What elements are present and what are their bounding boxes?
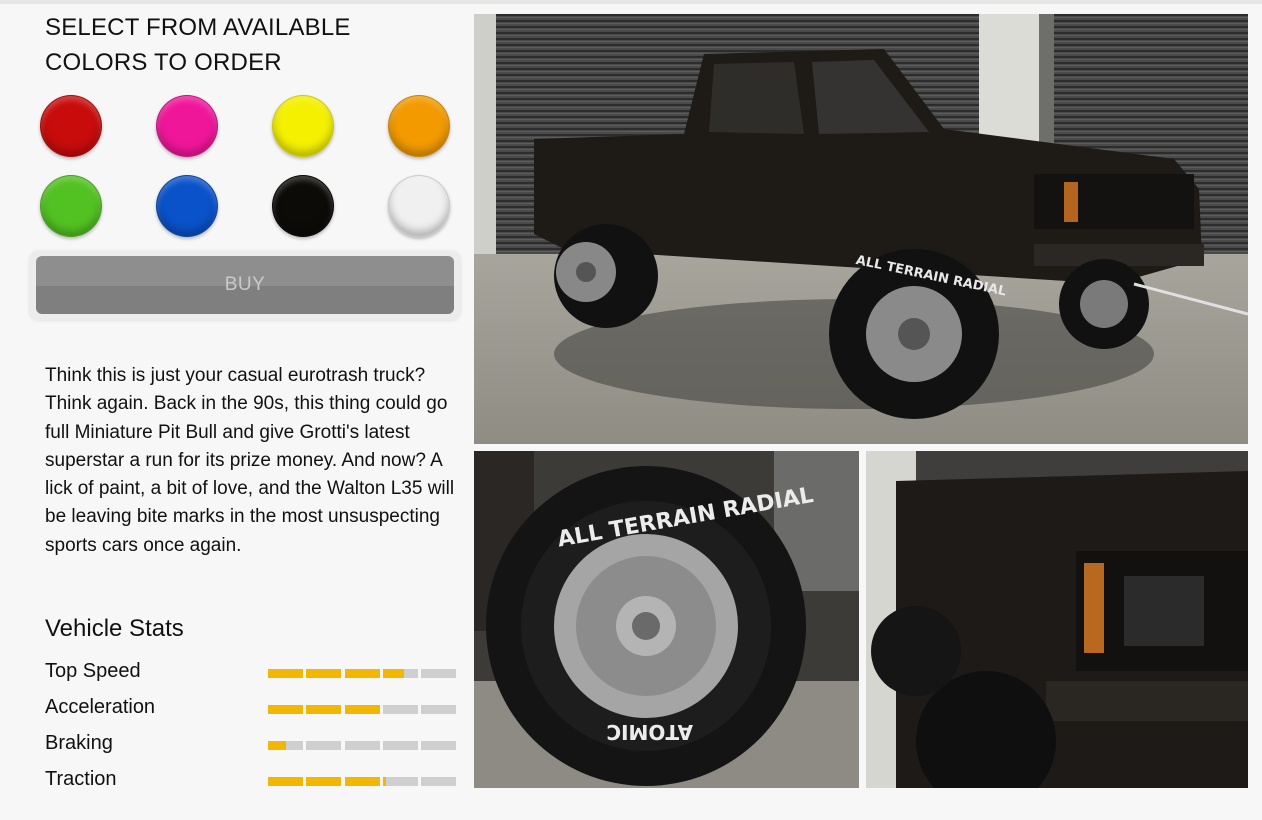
stat-segment-fill (382, 777, 387, 786)
stat-bar-traction (268, 777, 456, 786)
vehicle-photo-wheel-detail: ALL TERRAIN RADIAL ATOMIC (474, 451, 859, 788)
stat-segment-fill (382, 669, 404, 678)
tire-maker-lettering: ATOMIC (606, 720, 693, 744)
stat-bar-braking (268, 741, 456, 750)
buy-button[interactable]: BUY (36, 256, 454, 314)
stat-segment (306, 741, 342, 750)
stat-segment-fill (344, 669, 380, 678)
color-swatch-red[interactable] (40, 95, 102, 157)
stat-segment (382, 777, 418, 786)
stat-segment (421, 741, 456, 750)
stat-segment-fill (268, 741, 286, 750)
stat-segment (306, 669, 342, 678)
stat-segment (382, 705, 418, 714)
stat-segment (382, 741, 418, 750)
vehicle-photo-front-detail (866, 451, 1248, 788)
vehicle-stats-title: Vehicle Stats (45, 615, 184, 642)
vehicle-description: Think this is just your casual eurotrash… (45, 365, 455, 556)
stat-bar-top-speed (268, 669, 456, 678)
color-swatch-blue[interactable] (156, 175, 218, 237)
stat-segment-fill (344, 705, 380, 714)
stat-segment-fill (268, 705, 303, 714)
stat-segment (268, 669, 303, 678)
rear-wheel (554, 224, 658, 328)
stat-segment (306, 777, 342, 786)
stat-segment-fill (306, 705, 342, 714)
stat-segment-fill (306, 669, 342, 678)
color-swatch-orange[interactable] (388, 95, 450, 157)
stat-label-top-speed: Top Speed (45, 660, 141, 682)
stat-segment (306, 705, 342, 714)
stat-segment (268, 741, 303, 750)
color-swatch-green[interactable] (40, 175, 102, 237)
stat-segment-fill (268, 777, 303, 786)
color-swatch-white[interactable] (388, 175, 450, 237)
color-swatch-pink[interactable] (156, 95, 218, 157)
stat-segment (421, 777, 456, 786)
stat-segment (344, 705, 380, 714)
stat-segment (344, 669, 380, 678)
stat-segment-fill (306, 777, 342, 786)
color-select-heading: SELECT FROM AVAILABLE COLORS TO ORDER (45, 14, 351, 76)
stat-label-acceleration: Acceleration (45, 696, 156, 718)
order-panel: SELECT FROM AVAILABLE COLORS TO ORDER BU… (0, 0, 470, 820)
stat-segment-fill (344, 777, 380, 786)
vehicle-photo-main: ALL TERRAIN RADIAL (474, 14, 1248, 444)
stat-segment (382, 669, 418, 678)
color-swatch-yellow[interactable] (272, 95, 334, 157)
stat-segment (421, 669, 456, 678)
buy-button-frame: BUY (30, 252, 460, 320)
color-swatch-grid (40, 95, 460, 240)
stat-bar-acceleration (268, 705, 456, 714)
stat-segment (268, 777, 303, 786)
stat-segment (344, 741, 380, 750)
stat-segment (344, 777, 380, 786)
stat-segment-fill (268, 669, 303, 678)
stat-label-traction: Traction (45, 768, 117, 790)
color-swatch-black[interactable] (272, 175, 334, 237)
far-front-wheel (1059, 259, 1149, 349)
stat-label-braking: Braking (45, 732, 113, 754)
stat-segment (421, 705, 456, 714)
stat-segment (268, 705, 303, 714)
